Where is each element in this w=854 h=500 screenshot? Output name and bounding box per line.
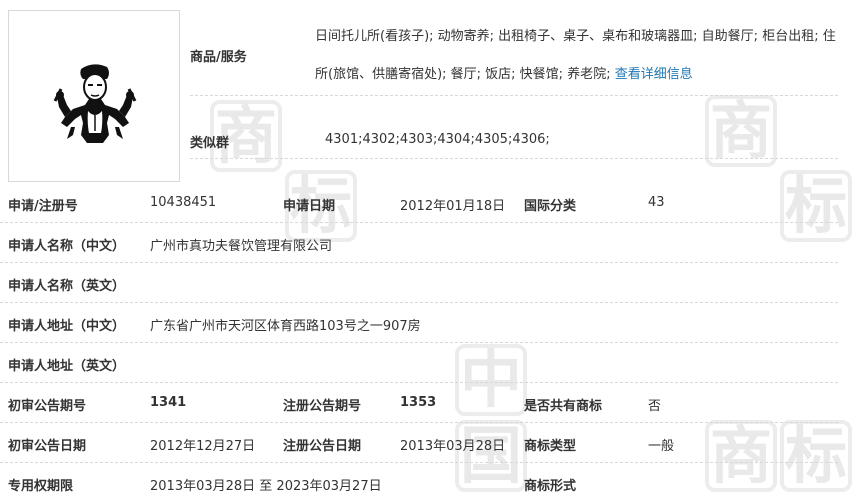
divider — [190, 158, 838, 159]
address-en-label: 申请人地址（英文） — [8, 359, 126, 374]
reg-pub-no-label: 注册公告期号 — [283, 399, 362, 414]
divider — [190, 95, 838, 96]
address-cn-label: 申请人地址（中文） — [8, 319, 126, 334]
prelim-no-label: 初审公告期号 — [8, 399, 87, 414]
reg-pub-date-value: 2013年03月28日 — [400, 439, 506, 454]
reg-no-value: 10438451 — [150, 195, 217, 210]
goods-services-value: 日间托儿所(看孩子); 动物寄养; 出租椅子、桌子、桌布和玻璃器皿; 自助餐厅;… — [315, 18, 840, 94]
address-cn-value: 广东省广州市天河区体育西路103号之一907房 — [150, 319, 421, 334]
divider — [0, 302, 838, 303]
intl-class-label: 国际分类 — [524, 199, 577, 214]
apply-date-value: 2012年01月18日 — [400, 199, 506, 214]
similar-group-label: 类似群 — [190, 136, 230, 151]
reg-no-label: 申请/注册号 — [8, 199, 78, 214]
applicant-cn-value: 广州市真功夫餐饮管理有限公司 — [150, 239, 333, 254]
goods-services-label: 商品/服务 — [190, 50, 247, 65]
exclusive-period-label: 专用权期限 — [8, 479, 74, 494]
shared-value: 否 — [648, 399, 662, 414]
prelim-no-value: 1341 — [150, 395, 187, 410]
divider — [0, 222, 838, 223]
mark-type-label: 商标类型 — [524, 439, 577, 454]
goods-services-text: 日间托儿所(看孩子); 动物寄养; 出租椅子、桌子、桌布和玻璃器皿; 自助餐厅;… — [315, 29, 836, 82]
intl-class-value: 43 — [648, 195, 665, 210]
divider — [0, 422, 838, 423]
divider — [0, 342, 838, 343]
divider — [0, 462, 838, 463]
mark-form-label: 商标形式 — [524, 479, 577, 494]
prelim-date-value: 2012年12月27日 — [150, 439, 256, 454]
exclusive-period-value: 2013年03月28日 至 2023年03月27日 — [150, 479, 382, 494]
reg-pub-date-label: 注册公告日期 — [283, 439, 362, 454]
shared-label: 是否共有商标 — [524, 399, 603, 414]
apply-date-label: 申请日期 — [283, 199, 336, 214]
divider — [0, 382, 838, 383]
divider — [0, 262, 838, 263]
trademark-detail-card: 商品/服务 日间托儿所(看孩子); 动物寄养; 出租椅子、桌子、桌布和玻璃器皿;… — [0, 0, 854, 500]
trademark-logo — [8, 10, 180, 182]
similar-group-value: 4301;4302;4303;4304;4305;4306; — [325, 132, 550, 147]
applicant-en-label: 申请人名称（英文） — [8, 279, 126, 294]
reg-pub-no-value: 1353 — [400, 395, 437, 410]
view-details-link[interactable]: 查看详细信息 — [615, 67, 693, 82]
kungfu-figure-icon — [53, 64, 137, 143]
applicant-cn-label: 申请人名称（中文） — [8, 239, 126, 254]
prelim-date-label: 初审公告日期 — [8, 439, 87, 454]
mark-type-value: 一般 — [648, 439, 675, 454]
